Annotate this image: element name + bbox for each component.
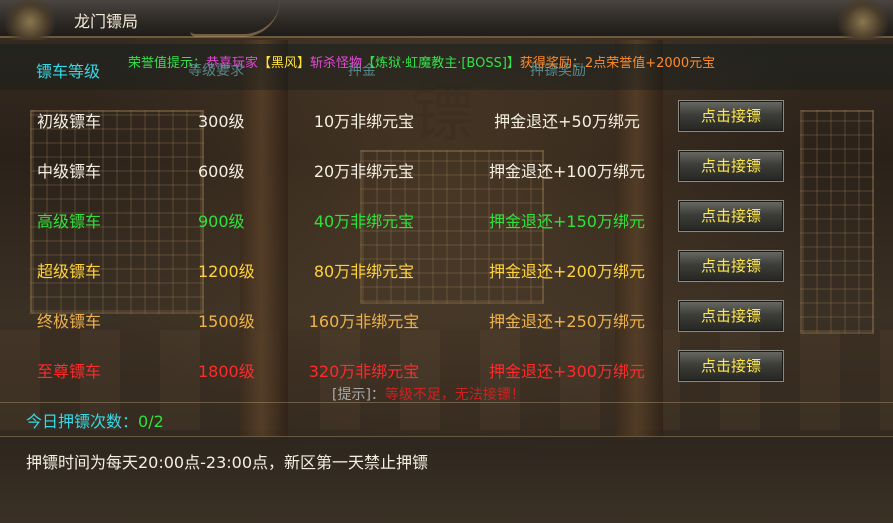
deposit-amount: 80万非绑元宝	[313, 262, 415, 281]
accept-escort-button[interactable]: 点击接镖	[678, 100, 784, 132]
notice-segment: 获得奖励：	[519, 56, 585, 71]
accept-escort-button[interactable]: 点击接镖	[678, 200, 784, 232]
notice-segment: 【黑风】	[258, 56, 311, 71]
cart-name: 初级镖车	[37, 112, 102, 131]
notice-segment: 2点荣誉值+2000元宝	[584, 56, 716, 71]
honor-notice-marquee: 荣誉值提示：恭喜玩家【黑风】斩杀怪物【炼狱·虹魔教主·[BOSS]】获得奖励：2…	[128, 52, 715, 71]
table-row: 初级镖车 300级 10万非绑元宝 押金退还+50万绑元 点击接镖	[0, 94, 893, 142]
cart-level-label: 镖车等级	[36, 62, 101, 81]
notice-segment: 斩杀怪物	[310, 56, 363, 71]
deposit-amount: 320万非绑元宝	[308, 362, 420, 381]
escort-reward: 押金退还+250万绑元	[489, 312, 645, 331]
escort-reward: 押金退还+100万绑元	[489, 162, 645, 181]
today-count-value: 0/2	[138, 412, 164, 431]
table-row: 终极镖车 1500级 160万非绑元宝 押金退还+250万绑元 点击接镖	[0, 294, 893, 342]
divider	[0, 436, 893, 437]
level-requirement: 300级	[198, 112, 245, 131]
deposit-amount: 160万非绑元宝	[308, 312, 420, 331]
level-requirement: 1200级	[198, 262, 255, 281]
cart-name: 中级镖车	[37, 162, 102, 181]
today-escort-count: 今日押镖次数：0/2	[26, 408, 164, 432]
accept-escort-button[interactable]: 点击接镖	[678, 350, 784, 382]
table-row: 中级镖车 600级 20万非绑元宝 押金退还+100万绑元 点击接镖	[0, 144, 893, 192]
divider	[0, 402, 893, 403]
level-requirement: 1800级	[198, 362, 255, 381]
notice-segment: 【炼狱·虹魔教主·[BOSS]】	[362, 56, 520, 71]
notice-segment: 恭喜玩家	[206, 56, 259, 71]
escort-reward: 押金退还+150万绑元	[489, 212, 645, 231]
table-row: 超级镖车 1200级 80万非绑元宝 押金退还+200万绑元 点击接镖	[0, 244, 893, 292]
window-title: 龙门镖局	[74, 12, 139, 31]
level-requirement: 600级	[198, 162, 245, 181]
title-swirl-ornament	[190, 0, 280, 37]
accept-escort-button[interactable]: 点击接镖	[678, 150, 784, 182]
level-requirement: 1500级	[198, 312, 255, 331]
escort-time-info: 押镖时间为每天20:00点-23:00点，新区第一天禁止押镖	[26, 453, 428, 472]
dragon-ornament-right	[833, 0, 893, 40]
level-requirement: 900级	[198, 212, 245, 231]
table-row: 高级镖车 900级 40万非绑元宝 押金退还+150万绑元 点击接镖	[0, 194, 893, 242]
notice-segment: 荣誉值提示：	[128, 56, 207, 71]
escort-window: 镖 龙门镖局 等级要求 押金 押镖奖励 镖车等级 荣誉值提示：恭喜玩家【黑风】斩…	[0, 0, 893, 523]
deposit-amount: 10万非绑元宝	[313, 112, 415, 131]
cart-name: 终极镖车	[37, 312, 102, 331]
dragon-ornament-left	[0, 0, 60, 40]
today-count-label: 今日押镖次数：	[26, 412, 139, 431]
tip-prefix: [提示]：	[332, 387, 385, 403]
title-bar[interactable]: 龙门镖局	[0, 0, 893, 40]
cart-name: 至尊镖车	[37, 362, 102, 381]
deposit-amount: 40万非绑元宝	[313, 212, 415, 231]
warning-tip: [提示]：等级不足，无法接镖！	[332, 384, 525, 404]
cart-name: 高级镖车	[37, 212, 102, 231]
escort-reward: 押金退还+200万绑元	[489, 262, 645, 281]
accept-escort-button[interactable]: 点击接镖	[678, 300, 784, 332]
deposit-amount: 20万非绑元宝	[313, 162, 415, 181]
escort-reward: 押金退还+50万绑元	[494, 112, 640, 131]
cart-name: 超级镖车	[37, 262, 102, 281]
escort-reward: 押金退还+300万绑元	[489, 362, 645, 381]
tip-text: 等级不足，无法接镖！	[384, 387, 525, 403]
accept-escort-button[interactable]: 点击接镖	[678, 250, 784, 282]
